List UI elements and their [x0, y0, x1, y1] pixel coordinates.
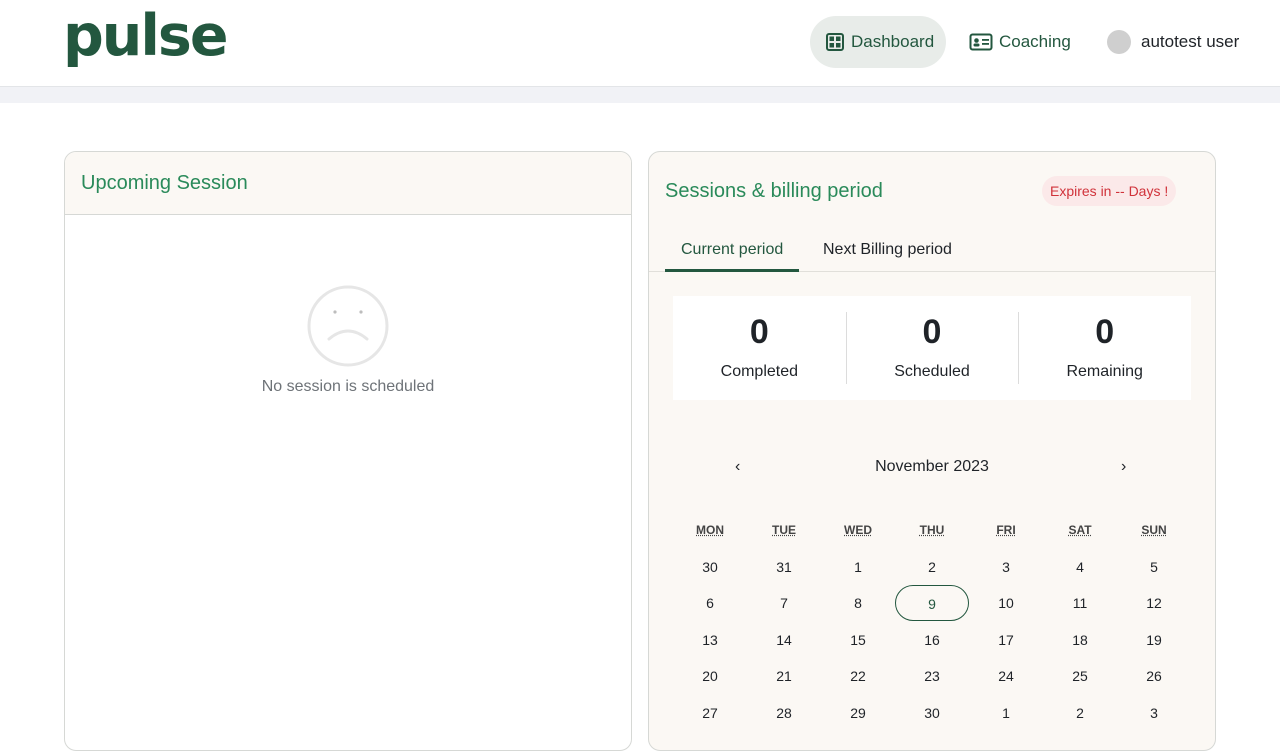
- calendar-day[interactable]: 14: [747, 622, 821, 658]
- grid-icon: [826, 33, 844, 51]
- calendar-day[interactable]: 26: [1117, 658, 1191, 694]
- calendar-day[interactable]: 18: [1043, 622, 1117, 658]
- calendar-day[interactable]: 16: [895, 622, 969, 658]
- tab-current-period[interactable]: Current period: [665, 232, 800, 272]
- calendar-day[interactable]: 21: [747, 658, 821, 694]
- calendar-weeks: 30 31 1 2 3 4 5 6 7 8 9 10 11 12 13 14 15 16 17 18 19 20 21 22 2…: [673, 549, 1191, 732]
- weekday-label: MON: [696, 523, 724, 538]
- header-divider-band: [0, 87, 1280, 103]
- calendar-day[interactable]: 15: [821, 622, 895, 658]
- calendar-day[interactable]: 3: [969, 549, 1043, 585]
- empty-state: No session is scheduled: [65, 285, 631, 396]
- stat-scheduled: 0 Scheduled: [845, 296, 1019, 400]
- stat-label: Completed: [720, 363, 799, 381]
- top-bar: pulse Dashboard Coaching autotest user: [0, 0, 1280, 87]
- upcoming-session-card: Upcoming Session No session is scheduled: [64, 151, 632, 751]
- sad-face-icon: [307, 285, 389, 367]
- calendar-day[interactable]: 19: [1117, 622, 1191, 658]
- calendar-day[interactable]: 12: [1117, 585, 1191, 621]
- calendar-day[interactable]: 3: [1117, 695, 1191, 731]
- billing-tabs: Current period Next Billing period: [649, 232, 1215, 272]
- nav-coaching[interactable]: Coaching: [969, 16, 1079, 68]
- calendar-day[interactable]: 31: [747, 549, 821, 585]
- empty-state-text: No session is scheduled: [261, 378, 435, 395]
- calendar-prev-button[interactable]: ‹: [735, 458, 740, 476]
- calendar-day[interactable]: 2: [1043, 695, 1117, 731]
- weekday-label: THU: [919, 523, 945, 538]
- calendar-day[interactable]: 1: [969, 695, 1043, 731]
- calendar-day[interactable]: 22: [821, 658, 895, 694]
- calendar-day[interactable]: 7: [747, 585, 821, 621]
- stat-label: Scheduled: [894, 363, 970, 381]
- weekday-label: SAT: [1068, 523, 1092, 538]
- user-name: autotest user: [1141, 32, 1240, 51]
- expiry-badge: Expires in -- Days !: [1042, 176, 1177, 206]
- session-stats: 0 Completed 0 Scheduled 0 Remaining: [673, 296, 1191, 400]
- upcoming-session-title: Upcoming Session: [65, 152, 631, 215]
- calendar-month: November 2023: [875, 458, 989, 475]
- weekday-label: FRI: [996, 523, 1016, 538]
- pulse-logo[interactable]: pulse: [63, 8, 229, 65]
- calendar-day[interactable]: 24: [969, 658, 1043, 694]
- calendar-day[interactable]: 20: [673, 658, 747, 694]
- calendar-week: 20 21 22 23 24 25 26: [673, 658, 1191, 695]
- calendar-day[interactable]: 1: [821, 549, 895, 585]
- stat-remaining: 0 Remaining: [1018, 296, 1191, 400]
- billing-card: Sessions & billing period Expires in -- …: [648, 151, 1216, 751]
- nav-dashboard[interactable]: Dashboard: [810, 16, 946, 68]
- billing-title: Sessions & billing period: [665, 180, 883, 202]
- stat-value: 0: [1095, 313, 1115, 351]
- tab-next-billing-period[interactable]: Next Billing period: [807, 232, 968, 272]
- calendar-week: 27 28 29 30 1 2 3: [673, 695, 1191, 732]
- nav-coaching-label: Coaching: [999, 32, 1071, 51]
- calendar-day[interactable]: 11: [1043, 585, 1117, 621]
- calendar-day[interactable]: 29: [821, 695, 895, 731]
- user-menu[interactable]: autotest user: [1107, 16, 1239, 68]
- calendar-day[interactable]: 10: [969, 585, 1043, 621]
- calendar-day[interactable]: 28: [747, 695, 821, 731]
- stat-value: 0: [922, 313, 942, 351]
- avatar: [1107, 30, 1131, 54]
- stat-value: 0: [749, 313, 769, 351]
- calendar-day[interactable]: 13: [673, 622, 747, 658]
- weekday-label: TUE: [772, 523, 796, 538]
- calendar-day[interactable]: 25: [1043, 658, 1117, 694]
- calendar-week: 6 7 8 9 10 11 12: [673, 585, 1191, 622]
- weekday-label: SUN: [1141, 523, 1167, 538]
- calendar-day[interactable]: 27: [673, 695, 747, 731]
- weekday-label: WED: [844, 523, 872, 538]
- calendar-day[interactable]: 30: [673, 549, 747, 585]
- stat-completed: 0 Completed: [673, 296, 846, 400]
- calendar-day[interactable]: 8: [821, 585, 895, 621]
- calendar-week: 30 31 1 2 3 4 5: [673, 549, 1191, 586]
- calendar-week: 13 14 15 16 17 18 19: [673, 622, 1191, 659]
- stat-label: Remaining: [1066, 363, 1143, 381]
- calendar-day[interactable]: 2: [895, 549, 969, 585]
- calendar-day-today[interactable]: 9: [895, 585, 969, 622]
- calendar-day[interactable]: 30: [895, 695, 969, 731]
- calendar-day[interactable]: 5: [1117, 549, 1191, 585]
- calendar-day[interactable]: 6: [673, 585, 747, 621]
- calendar-day[interactable]: 17: [969, 622, 1043, 658]
- id-card-icon: [969, 33, 993, 51]
- calendar-weekdays: MON TUE WED THU FRI SAT SUN: [673, 512, 1191, 549]
- calendar-grid: MON TUE WED THU FRI SAT SUN 30 31 1 2 3 4 5 6 7 8…: [673, 512, 1191, 731]
- calendar-next-button[interactable]: ›: [1121, 458, 1126, 476]
- calendar-day[interactable]: 4: [1043, 549, 1117, 585]
- nav-dashboard-label: Dashboard: [851, 32, 935, 51]
- calendar-day[interactable]: 23: [895, 658, 969, 694]
